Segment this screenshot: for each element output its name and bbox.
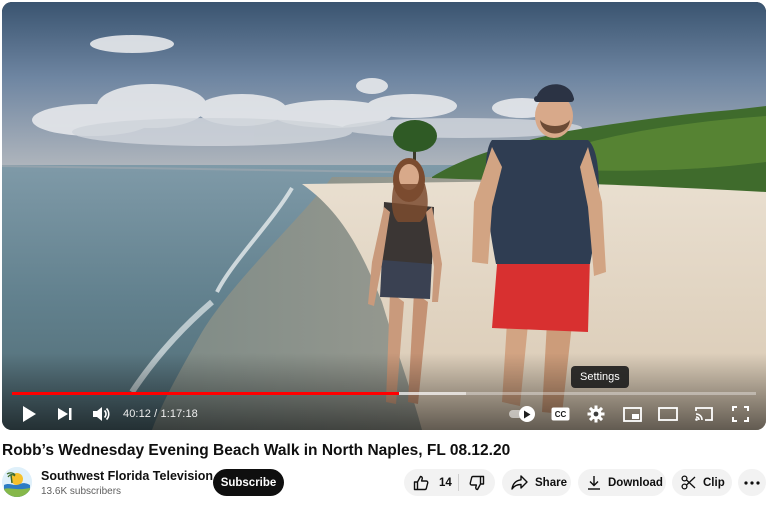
more-actions-button[interactable]: [738, 469, 766, 496]
like-icon: [413, 475, 429, 490]
autoplay-play-icon: [524, 410, 531, 418]
next-icon: [58, 408, 72, 420]
channel-name[interactable]: Southwest Florida Television: [41, 469, 213, 483]
more-icon: [744, 480, 760, 485]
miniplayer-button[interactable]: [620, 402, 644, 426]
settings-tooltip: Settings: [571, 366, 629, 388]
dislike-button[interactable]: [459, 469, 495, 496]
next-button[interactable]: [52, 402, 78, 426]
share-icon: [511, 475, 528, 490]
progress-buffered: [398, 392, 466, 395]
captions-button[interactable]: CC: [548, 402, 572, 426]
like-dislike-group: 14: [404, 469, 495, 496]
channel-avatar[interactable]: [2, 467, 32, 497]
channel-logo: [2, 467, 32, 497]
theater-mode-button[interactable]: [656, 402, 680, 426]
share-button[interactable]: Share: [502, 469, 571, 496]
time-current: 40:12: [123, 408, 152, 420]
download-label: Download: [608, 476, 663, 489]
miniplayer-icon: [622, 406, 642, 422]
like-button[interactable]: 14: [404, 469, 458, 496]
dislike-icon: [469, 475, 485, 490]
cast-icon: [695, 407, 713, 421]
play-icon: [23, 406, 36, 422]
progress-bar[interactable]: [12, 392, 756, 395]
fullscreen-icon: [731, 406, 749, 422]
share-label: Share: [535, 476, 567, 489]
play-button[interactable]: [16, 402, 42, 426]
video-frame[interactable]: [2, 2, 766, 430]
video-player[interactable]: Settings 40:12 / 1:17:18 CC: [2, 2, 766, 430]
time-separator: /: [151, 408, 161, 420]
captions-icon: CC: [551, 407, 569, 421]
settings-button[interactable]: [584, 402, 608, 426]
clip-label: Clip: [703, 476, 725, 489]
like-count: 14: [439, 476, 452, 489]
time-display: 40:12 / 1:17:18: [123, 408, 198, 420]
volume-icon: [93, 407, 110, 421]
volume-button[interactable]: [88, 402, 114, 426]
download-icon: [588, 476, 600, 490]
svg-text:CC: CC: [554, 410, 566, 419]
video-title: Robb’s Wednesday Evening Beach Walk in N…: [2, 442, 511, 459]
time-total: 1:17:18: [160, 408, 198, 420]
cast-button[interactable]: [692, 402, 716, 426]
progress-played: [12, 392, 399, 395]
autoplay-knob: [519, 406, 535, 422]
fullscreen-button[interactable]: [728, 402, 752, 426]
clip-button[interactable]: Clip: [672, 469, 732, 496]
download-button[interactable]: Download: [578, 469, 666, 496]
settings-icon: [587, 405, 605, 423]
clip-icon: [681, 475, 696, 490]
theater-icon: [658, 407, 678, 421]
subscribe-button[interactable]: Subscribe: [213, 469, 284, 496]
autoplay-toggle[interactable]: [509, 405, 537, 422]
subscriber-count: 13.6K subscribers: [41, 486, 122, 497]
